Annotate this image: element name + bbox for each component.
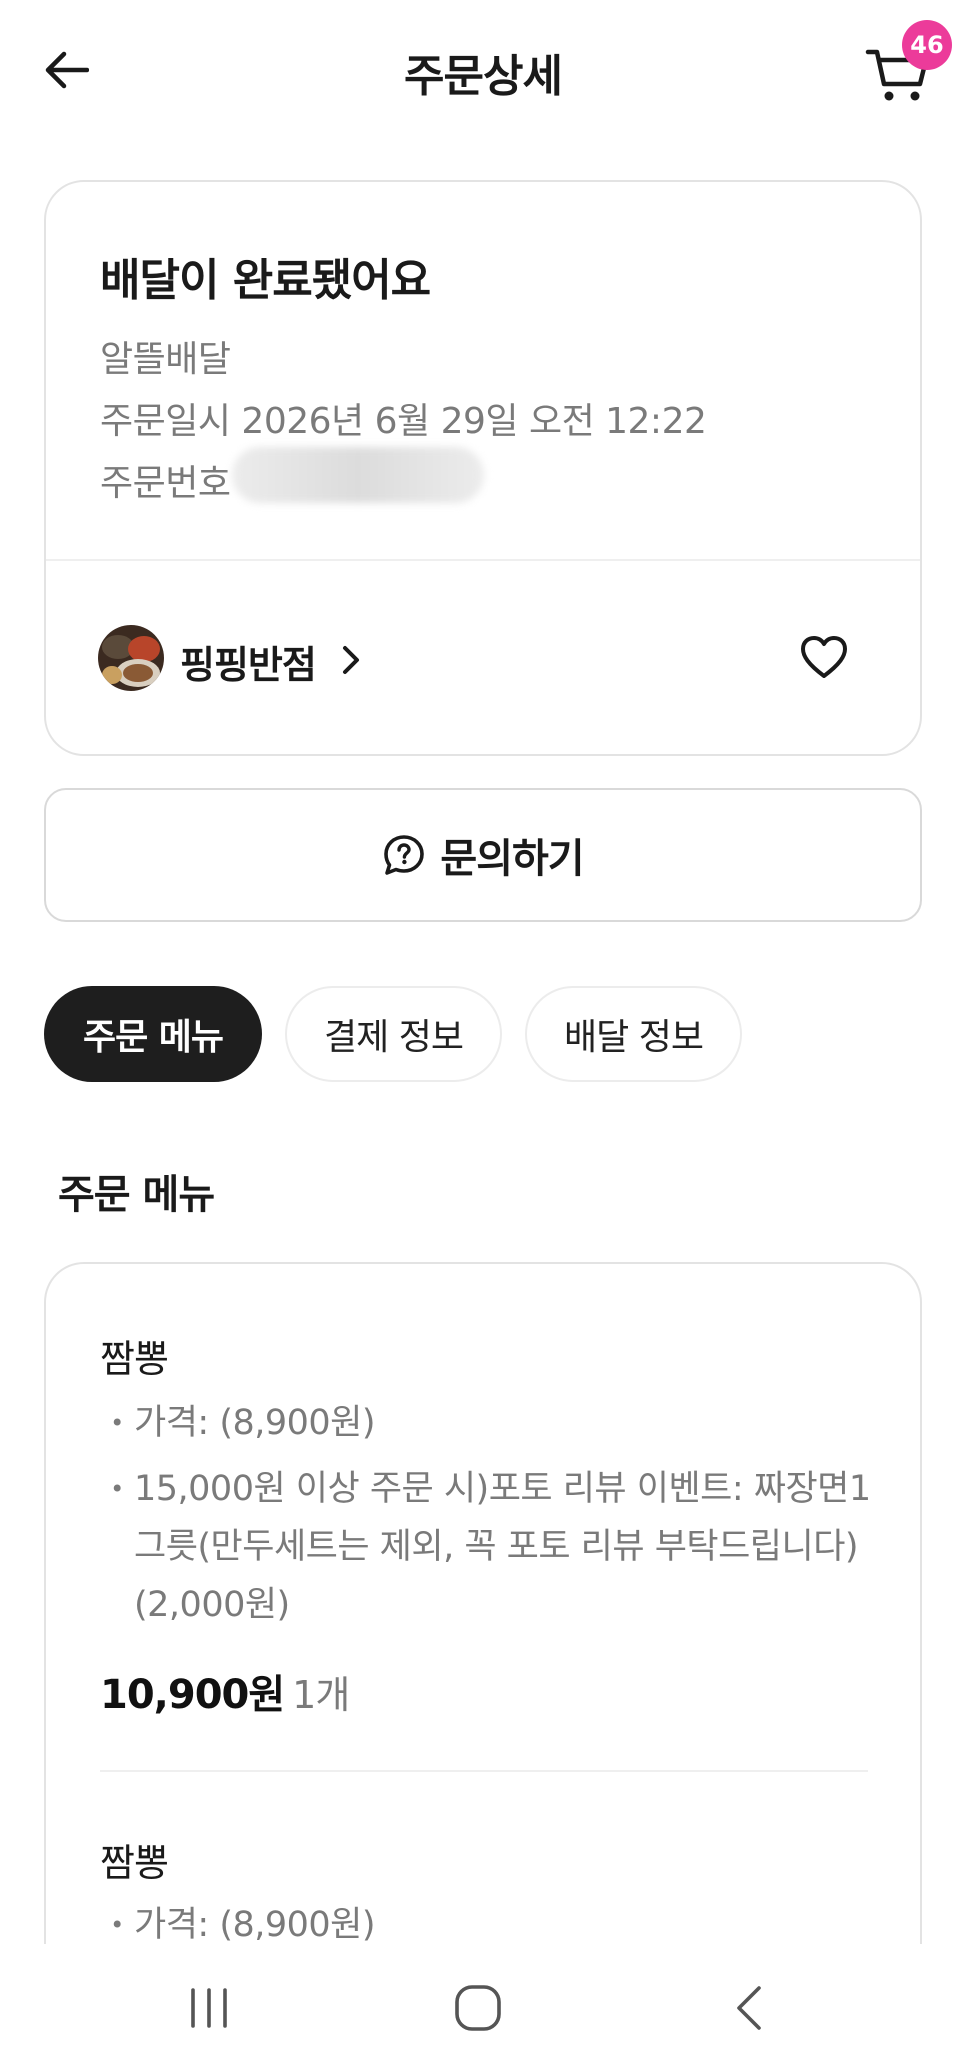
menu-option-continued: 그릇(만두세트는 제외, 꼭 포토 리뷰 부탁드립니다): [100, 1518, 880, 1576]
menu-option-text: 그릇(만두세트는 제외, 꼭 포토 리뷰 부탁드립니다): [134, 1527, 859, 1567]
heart-icon: [801, 636, 847, 678]
chevron-left-icon: [737, 1986, 761, 2030]
menu-option: • 15,000원 이상 주문 시)포토 리뷰 이벤트: 짜장면1: [100, 1460, 880, 1518]
home-button[interactable]: [433, 1972, 523, 2044]
menu-option-text: (2,000원): [134, 1585, 290, 1625]
question-chat-icon: [384, 835, 425, 875]
home-icon: [455, 1985, 501, 2031]
menu-option-text: 15,000원 이상 주문 시)포토 리뷰 이벤트: 짜장면1: [134, 1469, 871, 1509]
tab-delivery-info[interactable]: 배달 정보: [525, 986, 742, 1082]
order-menu-card: 짬뽕 • 가격: (8,900원) • 15,000원 이상 주문 시)포토 리…: [44, 1262, 922, 2022]
order-status-card: 배달이 완료됐어요 알뜰배달 주문일시 2026년 6월 29일 오전 12:2…: [44, 180, 922, 756]
order-number-redacted: [232, 447, 484, 503]
store-thumbnail[interactable]: [98, 625, 164, 691]
app-header: 주문상세 46: [0, 0, 966, 145]
recent-apps-button[interactable]: [164, 1972, 254, 2044]
menu-item-price-line: 10,900원 1개: [100, 1662, 350, 1720]
menu-item-name: 짬뽕: [100, 1841, 169, 1885]
bullet: •: [110, 1475, 124, 1503]
order-status-title: 배달이 완료됐어요: [100, 255, 431, 306]
system-nav-bar: [0, 1944, 966, 2072]
menu-option-text: 가격: (8,900원): [134, 1403, 376, 1443]
menu-option-continued: (2,000원): [100, 1576, 880, 1634]
menu-item-quantity: 1개: [292, 1673, 350, 1717]
section-title: 주문 메뉴: [58, 1172, 215, 1218]
store-chevron-icon: [336, 640, 366, 680]
menu-option: • 가격: (8,900원): [100, 1394, 880, 1452]
menu-divider: [100, 1770, 868, 1772]
inquiry-button[interactable]: 문의하기: [44, 788, 922, 922]
order-number-label: 주문번호: [100, 463, 231, 504]
bullet: •: [110, 1409, 124, 1437]
tab-payment-info[interactable]: 결제 정보: [285, 986, 502, 1082]
cart-count-badge: 46: [902, 20, 952, 70]
menu-item-name: 짬뽕: [100, 1337, 169, 1381]
card-divider: [46, 559, 920, 561]
recent-apps-icon: [191, 1988, 227, 2028]
page-title: 주문상세: [404, 51, 563, 102]
delivery-type: 알뜰배달: [100, 339, 231, 380]
system-back-button[interactable]: [704, 1972, 794, 2044]
inquiry-label: 문의하기: [440, 836, 584, 882]
store-name-link[interactable]: 핑핑반점: [180, 634, 317, 689]
tab-order-menu[interactable]: 주문 메뉴: [44, 986, 262, 1082]
menu-item-price: 10,900원: [100, 1672, 285, 1718]
order-datetime: 주문일시 2026년 6월 29일 오전 12:22: [100, 401, 707, 442]
favorite-button[interactable]: [798, 632, 850, 684]
